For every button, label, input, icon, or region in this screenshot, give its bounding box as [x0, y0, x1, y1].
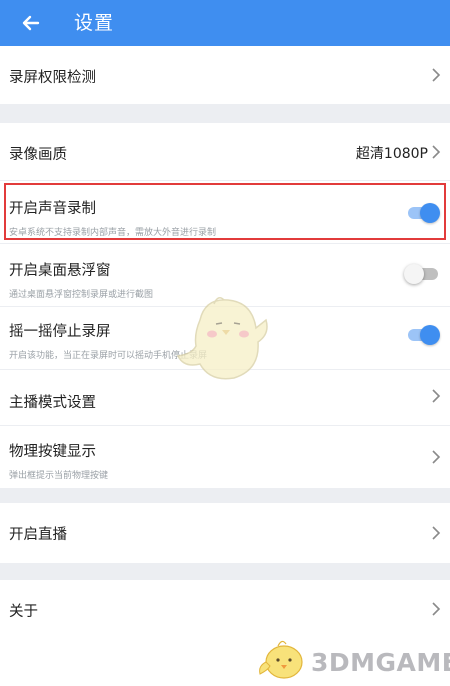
page-title: 设置	[74, 12, 115, 34]
chevron-right-icon	[432, 145, 441, 159]
floating-window-toggle[interactable]	[404, 262, 442, 286]
anchor-mode-label: 主播模式设置	[9, 395, 96, 411]
floating-window-label: 开启桌面悬浮窗	[9, 263, 111, 279]
permission-check-label: 录屏权限检测	[9, 70, 96, 86]
physical-keys-row[interactable]: 物理按键显示 弹出框提示当前物理按键	[0, 427, 450, 488]
chevron-right-icon	[432, 526, 441, 540]
chick-mascot-icon	[176, 297, 268, 380]
highlight-box	[4, 183, 446, 240]
video-quality-label: 录像画质	[9, 147, 67, 163]
chick-logo-icon	[259, 640, 303, 679]
physical-keys-label: 物理按键显示	[9, 444, 96, 460]
section-divider	[0, 488, 450, 503]
video-quality-row[interactable]: 录像画质 超清1080P	[0, 123, 450, 181]
top-app-bar: 设置	[0, 0, 450, 46]
chevron-right-icon	[432, 68, 441, 82]
watermark-logo-text: 3DMGAME	[311, 648, 450, 677]
live-stream-row[interactable]: 开启直播	[0, 503, 450, 563]
permission-check-row[interactable]: 录屏权限检测	[0, 46, 450, 104]
chevron-right-icon	[432, 389, 441, 403]
floating-window-hint: 通过桌面悬浮窗控制录屏或进行截图	[9, 290, 154, 300]
arrow-left-icon[interactable]	[16, 8, 46, 38]
chevron-right-icon	[432, 602, 441, 616]
video-quality-value: 超清1080P	[355, 146, 428, 162]
section-divider	[0, 563, 450, 580]
about-label: 关于	[9, 604, 38, 620]
section-divider	[0, 104, 450, 123]
physical-keys-hint: 弹出框提示当前物理按键	[9, 471, 109, 481]
live-stream-label: 开启直播	[9, 527, 67, 543]
chevron-right-icon	[432, 450, 441, 464]
shake-stop-toggle[interactable]	[404, 323, 442, 347]
shake-stop-label: 摇一摇停止录屏	[9, 324, 111, 340]
